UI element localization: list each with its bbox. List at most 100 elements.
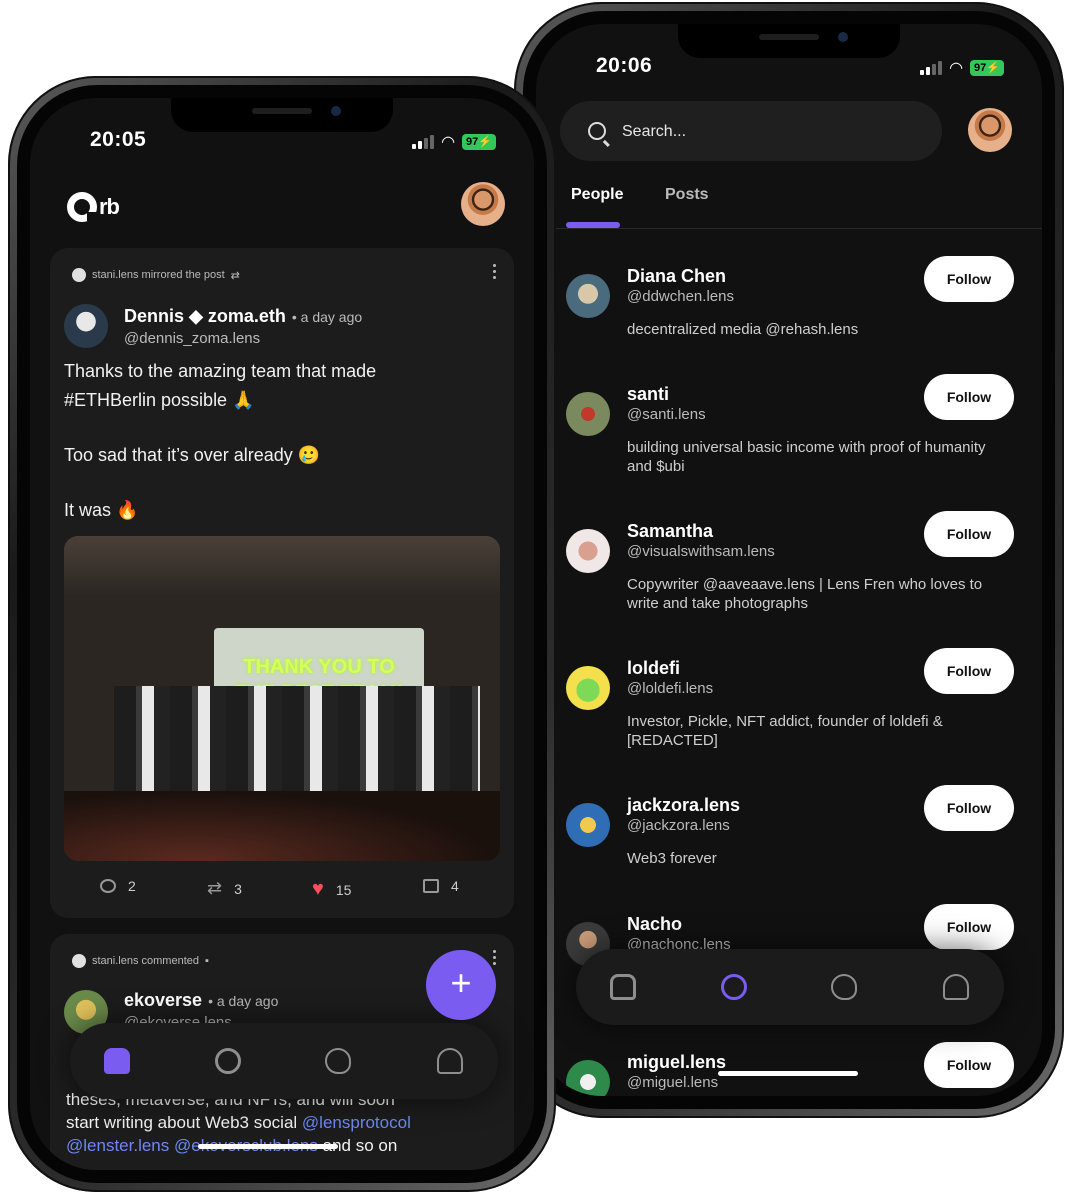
- person-bio: Web3 forever: [627, 850, 717, 867]
- bottom-tab-bar: [576, 949, 1004, 1025]
- collect-action[interactable]: 4: [423, 878, 459, 894]
- person-bio: building universal basic income with pro…: [627, 439, 986, 475]
- more-options-icon[interactable]: [493, 264, 496, 279]
- follow-button[interactable]: Follow: [924, 785, 1014, 831]
- home-icon[interactable]: [610, 974, 636, 1000]
- collect-icon: [423, 879, 439, 893]
- search-tabs: People Posts: [536, 186, 1042, 229]
- follow-button[interactable]: Follow: [924, 511, 1014, 557]
- battery-icon: 97⚡: [462, 134, 496, 150]
- bottom-tab-bar: [70, 1023, 498, 1099]
- search-icon[interactable]: [215, 1048, 241, 1074]
- person-bio: decentralized media @rehash.lens: [627, 321, 859, 338]
- mention-link[interactable]: @lenster.lens: [66, 1136, 169, 1155]
- person-bio: Copywriter @aaveaave.lens | Lens Fren wh…: [627, 576, 983, 612]
- explore-head-icon[interactable]: [831, 974, 857, 1000]
- signal-icon: [412, 135, 435, 149]
- person-handle: @miguel.lens: [627, 1074, 719, 1091]
- post-line: It was 🔥: [64, 500, 139, 520]
- author-name[interactable]: Dennis ◆ zoma.eth • a day ago: [124, 306, 362, 327]
- heart-icon: ♥: [312, 878, 324, 900]
- notch: [678, 24, 900, 58]
- ghost-avatar-icon: [72, 954, 86, 968]
- person-avatar: [566, 666, 610, 710]
- person-name: jackzora.lens: [627, 795, 741, 815]
- active-tab-indicator: [566, 222, 620, 228]
- wifi-icon: ◠: [949, 60, 964, 77]
- mirror-icon: ⇄: [207, 878, 223, 898]
- avatar[interactable]: [461, 182, 505, 226]
- signal-icon: [920, 61, 943, 75]
- follow-button[interactable]: Follow: [924, 1042, 1014, 1088]
- post-body: Thanks to the amazing team that made #ET…: [64, 357, 500, 525]
- person-name: Diana Chen: [627, 266, 727, 286]
- like-action[interactable]: ♥ 15: [312, 878, 351, 901]
- search-field[interactable]: [560, 101, 942, 163]
- battery-icon: 97⚡: [970, 60, 1004, 76]
- search-input[interactable]: [620, 101, 924, 163]
- post-time: • a day ago: [291, 309, 363, 325]
- mirror-action[interactable]: ⇄ 3: [207, 878, 242, 899]
- person-avatar: [566, 274, 610, 318]
- person-avatar: [566, 392, 610, 436]
- screen-search: 20:06 ◠ 97⚡ People Posts Diana Chen @ddw…: [536, 24, 1042, 1096]
- person-avatar: [566, 1060, 610, 1096]
- status-time: 20:06: [596, 54, 653, 77]
- tab-posts[interactable]: Posts: [665, 186, 709, 204]
- post-photo[interactable]: THANK YOU TOTHE BEST TEAM!: [64, 536, 500, 861]
- explore-head-icon[interactable]: [325, 1048, 351, 1074]
- home-indicator: [198, 1144, 338, 1149]
- person-handle: @loldefi.lens: [627, 680, 714, 697]
- bell-icon[interactable]: [943, 974, 969, 1000]
- person-handle: @santi.lens: [627, 406, 706, 423]
- person-bio: Investor, Pickle, NFT addict, founder of…: [627, 713, 943, 749]
- person-row[interactable]: Samantha @visualswithsam.lens Copywriter…: [566, 511, 1014, 631]
- search-icon: [588, 122, 606, 140]
- person-row[interactable]: santi @santi.lens building universal bas…: [566, 374, 1014, 494]
- follow-button[interactable]: Follow: [924, 374, 1014, 420]
- mention-link[interactable]: @lensprotocol: [302, 1113, 411, 1132]
- comment-note: stani.lens commented ▪: [72, 954, 209, 968]
- comment-icon: ▪: [205, 955, 209, 967]
- follow-button[interactable]: Follow: [924, 256, 1014, 302]
- author-name[interactable]: ekoverse • a day ago: [124, 990, 278, 1011]
- new-post-button[interactable]: +: [426, 950, 496, 1020]
- bell-icon[interactable]: [437, 1048, 463, 1074]
- person-avatar: [566, 529, 610, 573]
- person-name: santi: [627, 384, 670, 404]
- person-row[interactable]: Diana Chen @ddwchen.lens decentralized m…: [566, 256, 1014, 376]
- person-name: Nacho: [627, 914, 683, 934]
- tab-people[interactable]: People: [571, 186, 623, 204]
- search-icon[interactable]: [721, 974, 747, 1000]
- more-options-icon[interactable]: [493, 950, 496, 965]
- follow-button[interactable]: Follow: [924, 904, 1014, 950]
- post-line: Thanks to the amazing team that made: [64, 361, 377, 381]
- wifi-icon: ◠: [441, 134, 456, 151]
- person-name: loldefi: [627, 658, 680, 678]
- home-icon[interactable]: [104, 1048, 130, 1074]
- post-line: #ETHBerlin possible 🙏: [64, 390, 255, 410]
- mirror-note: stani.lens mirrored the post ⇄: [72, 268, 240, 282]
- notch: [171, 98, 393, 132]
- post-card[interactable]: stani.lens mirrored the post ⇄ Dennis ◆ z…: [50, 248, 514, 918]
- person-handle: @jackzora.lens: [627, 817, 730, 834]
- author-handle: @dennis_zoma.lens: [124, 330, 261, 347]
- orb-logo: rb: [67, 192, 120, 222]
- author-avatar[interactable]: [64, 304, 108, 348]
- status-icons: ◠ 97⚡: [920, 58, 1004, 78]
- phone-right: 20:06 ◠ 97⚡ People Posts Diana Chen @ddw…: [514, 2, 1064, 1118]
- post-actions: 2 ⇄ 3 ♥ 15 4: [50, 878, 514, 902]
- ghost-avatar-icon: [72, 268, 86, 282]
- avatar[interactable]: [968, 108, 1012, 152]
- post-line: start writing about Web3 social @lenspro…: [66, 1113, 411, 1132]
- phone-left: 20:05 ◠ 97⚡ rb stani.lens mirrored the p…: [8, 76, 556, 1192]
- person-handle: @visualswithsam.lens: [627, 543, 775, 560]
- person-row[interactable]: jackzora.lens @jackzora.lens Web3 foreve…: [566, 785, 1014, 905]
- screen-feed: 20:05 ◠ 97⚡ rb stani.lens mirrored the p…: [30, 98, 534, 1170]
- person-row[interactable]: loldefi @loldefi.lens Investor, Pickle, …: [566, 648, 1014, 768]
- comment-action[interactable]: 2: [100, 878, 136, 894]
- follow-button[interactable]: Follow: [924, 648, 1014, 694]
- status-icons: ◠ 97⚡: [412, 132, 496, 152]
- comment-icon: [100, 879, 116, 893]
- post-time: • a day ago: [208, 993, 279, 1009]
